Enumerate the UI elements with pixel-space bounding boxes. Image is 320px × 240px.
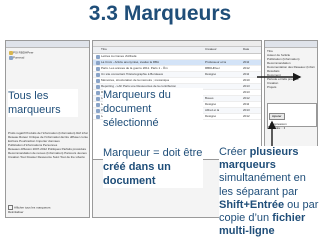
cell-creator: Désigné <box>205 102 217 106</box>
cell-date: 2011 <box>243 72 250 76</box>
column-date[interactable]: Date <box>243 47 249 52</box>
cell-date: 2012 <box>243 114 250 118</box>
folder-icon <box>8 50 13 55</box>
document-icon <box>95 78 100 83</box>
cell-date: 2013 <box>243 108 250 112</box>
cell-title: Lettres Au Canes d'Alfredé <box>101 54 137 58</box>
cell-creator: Désigné <box>205 72 217 76</box>
tag-cloud: Prolis regatif Produits de l'information… <box>8 131 88 159</box>
callout-all-tags: Tous les marqueurs <box>8 89 78 117</box>
cell-title: Un site concertant l'historiographie à B… <box>101 72 164 76</box>
collection-item[interactable]: Purneud <box>8 55 87 60</box>
callout-multi-tags: Créer plusieurs marqueurs simultanément … <box>219 146 319 239</box>
cell-title: Mémoires, structuration de la mémoire ; … <box>101 78 170 82</box>
cell-date: 2011 <box>243 60 250 64</box>
folder-icon <box>8 55 13 60</box>
cell-date: 2013 <box>243 90 250 94</box>
document-icon <box>95 54 100 59</box>
cell-title: La Croix - Article anonymisé, évalué la … <box>101 60 160 64</box>
tags-box: Ajouter Suppression Histoire <box>267 103 317 130</box>
document-icon <box>95 96 100 101</box>
cell-date: 2012 <box>243 96 250 100</box>
document-icon <box>95 66 100 71</box>
cell-creator: RBDHPeer <box>205 66 220 70</box>
cell-date: 2010 <box>243 78 250 82</box>
cell-creator: Professeur et la <box>205 60 227 64</box>
left-panel-titlebar <box>6 41 89 48</box>
tag-entry[interactable]: Histoire <box>268 126 316 130</box>
cell-date: 2012 <box>243 66 250 70</box>
right-panel-titlebar <box>265 41 317 48</box>
document-icon <box>95 108 100 113</box>
cell-creator: Boues <box>205 96 214 100</box>
column-header: Titre Créateur Date <box>93 47 261 54</box>
item-field[interactable]: Projets <box>267 85 315 89</box>
add-tag-button[interactable]: Ajouter <box>269 113 285 120</box>
document-icon <box>95 102 100 107</box>
slide-title: 3.3 Marqueurs <box>88 2 232 25</box>
callout-tag-rule: Marqueur = doit être créé dans un docume… <box>103 146 203 188</box>
document-icon <box>95 84 100 89</box>
tag-list-line[interactable]: Création Tout Dossier Ressource Suivi To… <box>8 155 88 159</box>
tag-selector-panel: PSI RBDHPeer Purneud Prolis regatif Prod… <box>5 40 90 218</box>
cell-creator: Alfred et la <box>205 108 220 112</box>
column-title[interactable]: Titre <box>101 47 107 52</box>
document-icon <box>95 72 100 77</box>
cell-title: Paris. Les années de la guerre 2011. Par… <box>101 66 168 70</box>
cell-date: 2011 <box>243 102 250 106</box>
document-icon <box>95 60 100 65</box>
cell-date: 2013 <box>243 84 250 88</box>
callout-selected-doc-tags: Marqueurs du document sélectionné <box>103 88 203 130</box>
reset-filter-link[interactable]: Réinitialiser <box>8 210 88 214</box>
document-icon <box>95 90 100 95</box>
document-icon <box>95 114 100 119</box>
cell-creator: Désigné <box>205 114 217 118</box>
column-creator[interactable]: Créateur <box>205 47 217 52</box>
